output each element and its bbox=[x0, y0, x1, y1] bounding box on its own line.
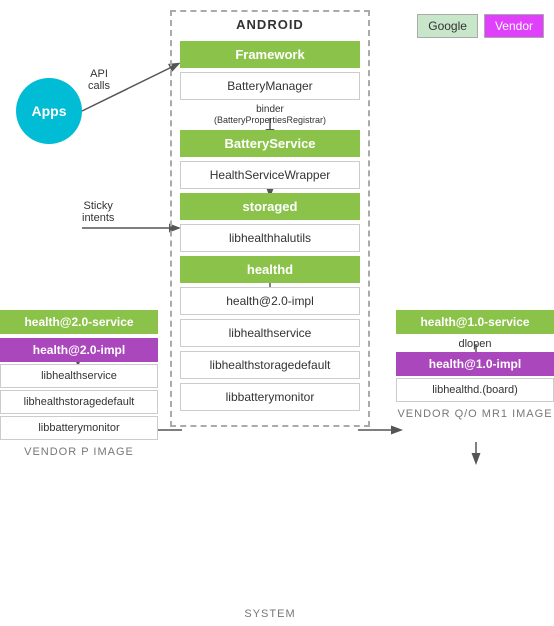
top-labels: Google Vendor bbox=[417, 14, 544, 38]
google-label: Google bbox=[417, 14, 478, 38]
healthd-item-1: libhealthservice bbox=[180, 319, 360, 347]
healthd-item-2: libhealthstoragedefault bbox=[180, 351, 360, 379]
vendor-p-item-1: libhealthstoragedefault bbox=[0, 390, 158, 414]
vendor-p-impl-bar: health@2.0-impl bbox=[0, 338, 158, 362]
storaged-bar: storaged bbox=[180, 193, 360, 220]
dlopen-label: dlopen bbox=[396, 338, 554, 350]
health-service-wrapper-box: HealthServiceWrapper bbox=[180, 161, 360, 189]
binder-detail: (BatteryPropertiesRegistrar) bbox=[214, 115, 326, 125]
system-label: SYSTEM bbox=[170, 608, 370, 620]
vendor-qo-impl-bar: health@1.0-impl bbox=[396, 352, 554, 376]
vendor-qo-item-0: libhealthd.(board) bbox=[396, 378, 554, 402]
apps-label: Apps bbox=[32, 103, 67, 119]
libhealthhalutils-box: libhealthhalutils bbox=[180, 224, 360, 252]
api-calls-label: API calls bbox=[88, 68, 110, 92]
android-title: ANDROID bbox=[172, 12, 368, 37]
vendor-p-item-2: libbatterymonitor bbox=[0, 416, 158, 440]
battery-service-bar: BatteryService bbox=[180, 130, 360, 157]
diagram-container: Google Vendor Apps API calls Sticky inte… bbox=[0, 0, 554, 626]
healthd-item-0: health@2.0-impl bbox=[180, 287, 360, 315]
vendor-qo-section: health@1.0-service dlopen health@1.0-imp… bbox=[396, 310, 554, 420]
vendor-label: Vendor bbox=[484, 14, 544, 38]
vendor-p-section: health@2.0-service health@2.0-impl libhe… bbox=[0, 310, 158, 458]
binder-label: binder(BatteryPropertiesRegistrar) bbox=[172, 104, 368, 126]
vendor-qo-footer-label: VENDOR Q/O MR1 IMAGE bbox=[396, 408, 554, 420]
battery-manager-box: BatteryManager bbox=[180, 72, 360, 100]
sticky-intents-label: Sticky intents bbox=[82, 200, 114, 224]
android-box: ANDROID Framework BatteryManager binder(… bbox=[170, 10, 370, 427]
vendor-p-service-bar: health@2.0-service bbox=[0, 310, 158, 334]
healthd-item-3: libbatterymonitor bbox=[180, 383, 360, 411]
framework-bar: Framework bbox=[180, 41, 360, 68]
vendor-qo-service-bar: health@1.0-service bbox=[396, 310, 554, 334]
healthd-bar: healthd bbox=[180, 256, 360, 283]
vendor-p-item-0: libhealthservice bbox=[0, 364, 158, 388]
apps-circle: Apps bbox=[16, 78, 82, 144]
vendor-p-footer-label: VENDOR P IMAGE bbox=[0, 446, 158, 458]
